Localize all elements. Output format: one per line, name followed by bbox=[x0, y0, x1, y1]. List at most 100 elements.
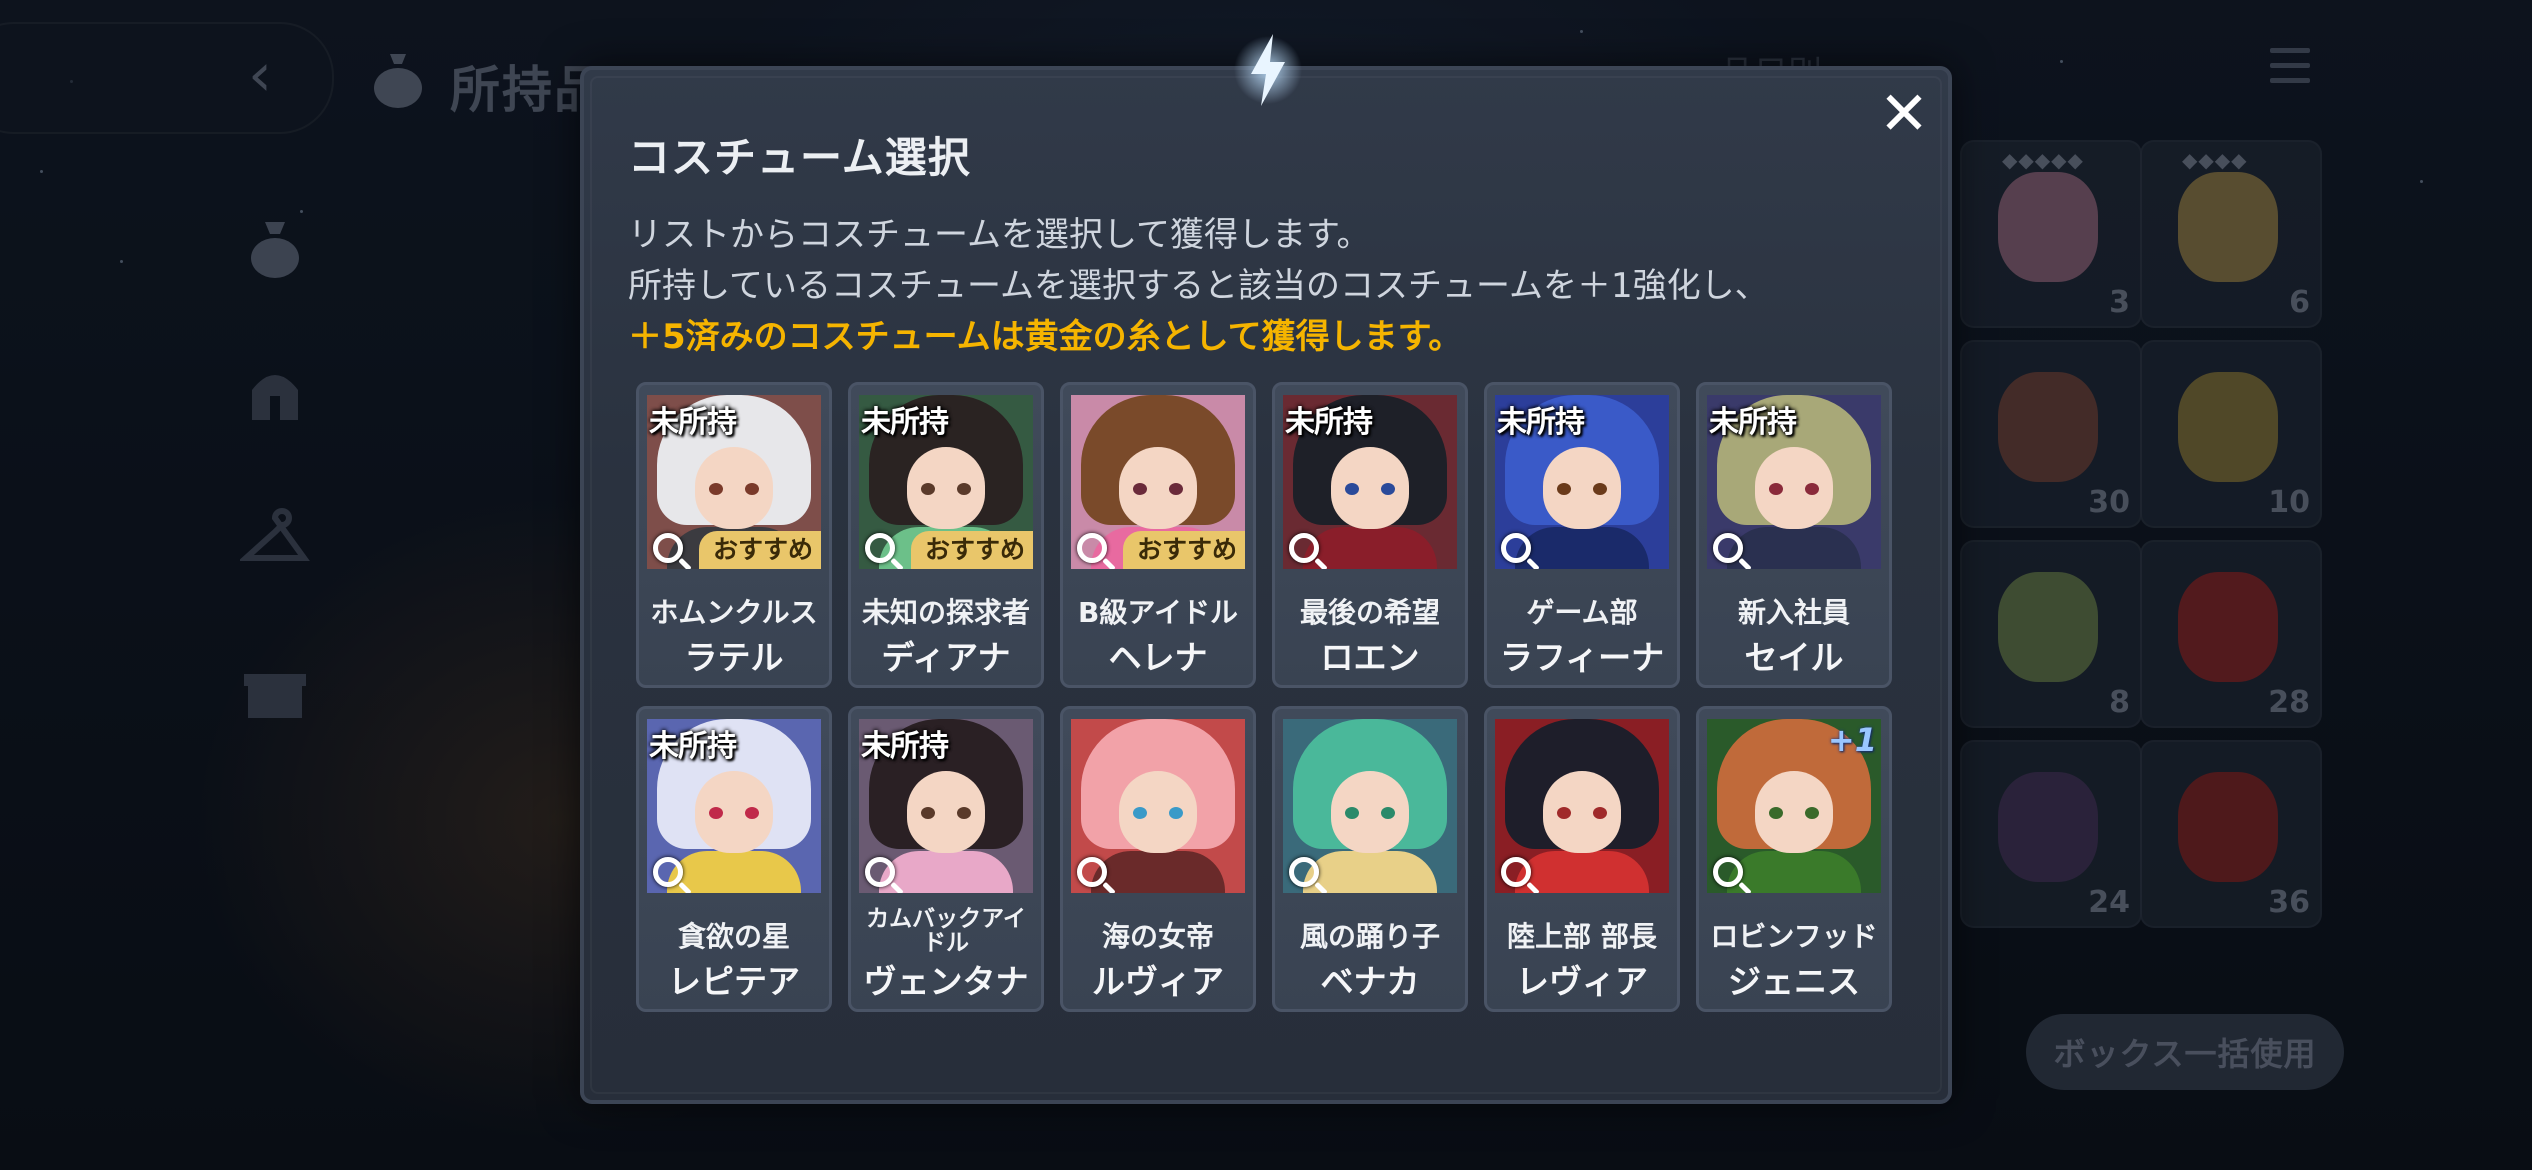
recommended-badge: おすすめ bbox=[910, 531, 1033, 569]
costume-portrait: 未所持 bbox=[1283, 395, 1457, 569]
magnifier-icon[interactable] bbox=[1077, 533, 1107, 563]
magnifier-icon[interactable] bbox=[653, 533, 683, 563]
portrait-eye bbox=[957, 483, 971, 495]
costume-title: ゲーム部 bbox=[1526, 596, 1638, 629]
modal-description: リストからコスチュームを選択して獲得します。 所持しているコスチュームを選択する… bbox=[628, 210, 1908, 363]
portrait-eye bbox=[1381, 483, 1395, 495]
costume-title: 未知の探求者 bbox=[861, 596, 1030, 629]
portrait-face bbox=[1331, 447, 1409, 529]
portrait-eye bbox=[1557, 807, 1571, 819]
magnifier-icon[interactable] bbox=[1077, 857, 1107, 887]
portrait-face bbox=[907, 771, 985, 853]
unowned-tag: 未所持 bbox=[861, 405, 949, 440]
costume-card[interactable]: 未所持おすすめ未知の探求者ディアナ bbox=[848, 382, 1044, 688]
portrait-eye bbox=[1805, 483, 1819, 495]
magnifier-icon[interactable] bbox=[1713, 857, 1743, 887]
costume-card[interactable]: 未所持 ゲーム部 ラフィーナ bbox=[1484, 382, 1680, 688]
costume-portrait bbox=[1495, 719, 1669, 893]
portrait-eye bbox=[709, 483, 723, 495]
costume-card[interactable]: 未所持 カムバックアイドル ヴェンタナ bbox=[848, 706, 1044, 1012]
unowned-tag: 未所持 bbox=[649, 405, 737, 440]
unowned-tag: 未所持 bbox=[861, 729, 949, 764]
magnifier-icon[interactable] bbox=[1501, 857, 1531, 887]
costume-card[interactable]: 風の踊り子 ベナカ bbox=[1272, 706, 1468, 1012]
character-name: セイル bbox=[1744, 638, 1844, 677]
unowned-tag: 未所持 bbox=[649, 729, 737, 764]
costume-card[interactable]: 陸上部 部長レヴィア bbox=[1484, 706, 1680, 1012]
costume-portrait: 未所持おすすめ bbox=[859, 395, 1033, 569]
portrait-eye bbox=[921, 483, 935, 495]
portrait-eye bbox=[921, 807, 935, 819]
portrait-face bbox=[1119, 447, 1197, 529]
magnifier-icon[interactable] bbox=[1289, 857, 1319, 887]
costume-title: ロビンフッド bbox=[1710, 920, 1878, 953]
costume-card[interactable]: 海の女帝 ルヴィア bbox=[1060, 706, 1256, 1012]
portrait-face bbox=[1543, 447, 1621, 529]
magnifier-icon[interactable] bbox=[1289, 533, 1319, 563]
portrait-face bbox=[1755, 771, 1833, 853]
costume-title: 海の女帝 bbox=[1101, 920, 1214, 953]
description-highlight: ＋5済みのコスチュームは黄金の糸として獲得します。 bbox=[628, 317, 1463, 357]
portrait-eye bbox=[1593, 807, 1607, 819]
costume-portrait: +1 bbox=[1707, 719, 1881, 893]
character-name: ヘレナ bbox=[1108, 638, 1208, 677]
character-name: レヴィア bbox=[1516, 962, 1648, 1001]
magnifier-icon[interactable] bbox=[865, 857, 895, 887]
costume-portrait: 未所持 bbox=[1495, 395, 1669, 569]
costume-portrait: 未所持 bbox=[859, 719, 1033, 893]
costume-portrait: 未所持 bbox=[647, 719, 821, 893]
costume-title: 貪欲の星 bbox=[677, 920, 790, 953]
costume-title: 新入社員 bbox=[1737, 596, 1850, 629]
costume-portrait bbox=[1283, 719, 1457, 893]
costume-card[interactable]: 未所持新入社員セイル bbox=[1696, 382, 1892, 688]
character-name: ジェニス bbox=[1728, 962, 1860, 1001]
portrait-eye bbox=[1557, 483, 1571, 495]
portrait-face bbox=[1755, 447, 1833, 529]
portrait-eye bbox=[1769, 483, 1783, 495]
portrait-eye bbox=[709, 807, 723, 819]
costume-title: 最後の希望 bbox=[1299, 596, 1440, 629]
portrait-face bbox=[695, 447, 773, 529]
costume-portrait bbox=[1071, 719, 1245, 893]
portrait-face bbox=[1331, 771, 1409, 853]
close-button[interactable]: ✕ bbox=[1876, 84, 1932, 144]
unowned-tag: 未所持 bbox=[1709, 405, 1797, 440]
costume-card[interactable]: 未所持 最後の希望 ロエン bbox=[1272, 382, 1468, 688]
description-line: リストからコスチュームを選択して獲得します。 bbox=[628, 215, 1371, 255]
recommended-badge: おすすめ bbox=[698, 531, 821, 569]
costume-title: ホムンクルス bbox=[650, 596, 818, 629]
costume-portrait: 未所持 bbox=[1707, 395, 1881, 569]
portrait-face bbox=[695, 771, 773, 853]
character-name: ベナカ bbox=[1320, 962, 1420, 1001]
portrait-face bbox=[1119, 771, 1197, 853]
portrait-eye bbox=[745, 807, 759, 819]
lightning-bolt-icon bbox=[1234, 34, 1302, 106]
magnifier-icon[interactable] bbox=[865, 533, 895, 563]
portrait-eye bbox=[1593, 483, 1607, 495]
portrait-eye bbox=[1133, 807, 1147, 819]
costume-card[interactable]: おすすめ B級アイドル ヘレナ bbox=[1060, 382, 1256, 688]
enhance-level-tag: +1 bbox=[1827, 721, 1877, 759]
costume-card[interactable]: 未所持おすすめホムンクルスラテル bbox=[636, 382, 832, 688]
costume-card[interactable]: 未所持 貪欲の星 レピテア bbox=[636, 706, 832, 1012]
portrait-eye bbox=[1345, 483, 1359, 495]
portrait-eye bbox=[1769, 807, 1783, 819]
portrait-eye bbox=[1805, 807, 1819, 819]
portrait-eye bbox=[1169, 483, 1183, 495]
character-name: ディアナ bbox=[881, 638, 1011, 677]
magnifier-icon[interactable] bbox=[1501, 533, 1531, 563]
description-line: 所持しているコスチュームを選択すると該当のコスチュームを＋1強化し、 bbox=[628, 266, 1769, 306]
costume-title: 風の踊り子 bbox=[1299, 920, 1440, 953]
portrait-face bbox=[907, 447, 985, 529]
character-name: ラテル bbox=[684, 638, 784, 677]
costume-title: 陸上部 部長 bbox=[1507, 920, 1657, 953]
character-name: ヴェンタナ bbox=[863, 962, 1029, 1001]
character-name: ルヴィア bbox=[1092, 962, 1224, 1001]
costume-portrait: 未所持おすすめ bbox=[647, 395, 821, 569]
portrait-eye bbox=[1133, 483, 1147, 495]
magnifier-icon[interactable] bbox=[653, 857, 683, 887]
costume-card[interactable]: +1 ロビンフッドジェニス bbox=[1696, 706, 1892, 1012]
portrait-eye bbox=[1345, 807, 1359, 819]
magnifier-icon[interactable] bbox=[1713, 533, 1743, 563]
costume-portrait: おすすめ bbox=[1071, 395, 1245, 569]
